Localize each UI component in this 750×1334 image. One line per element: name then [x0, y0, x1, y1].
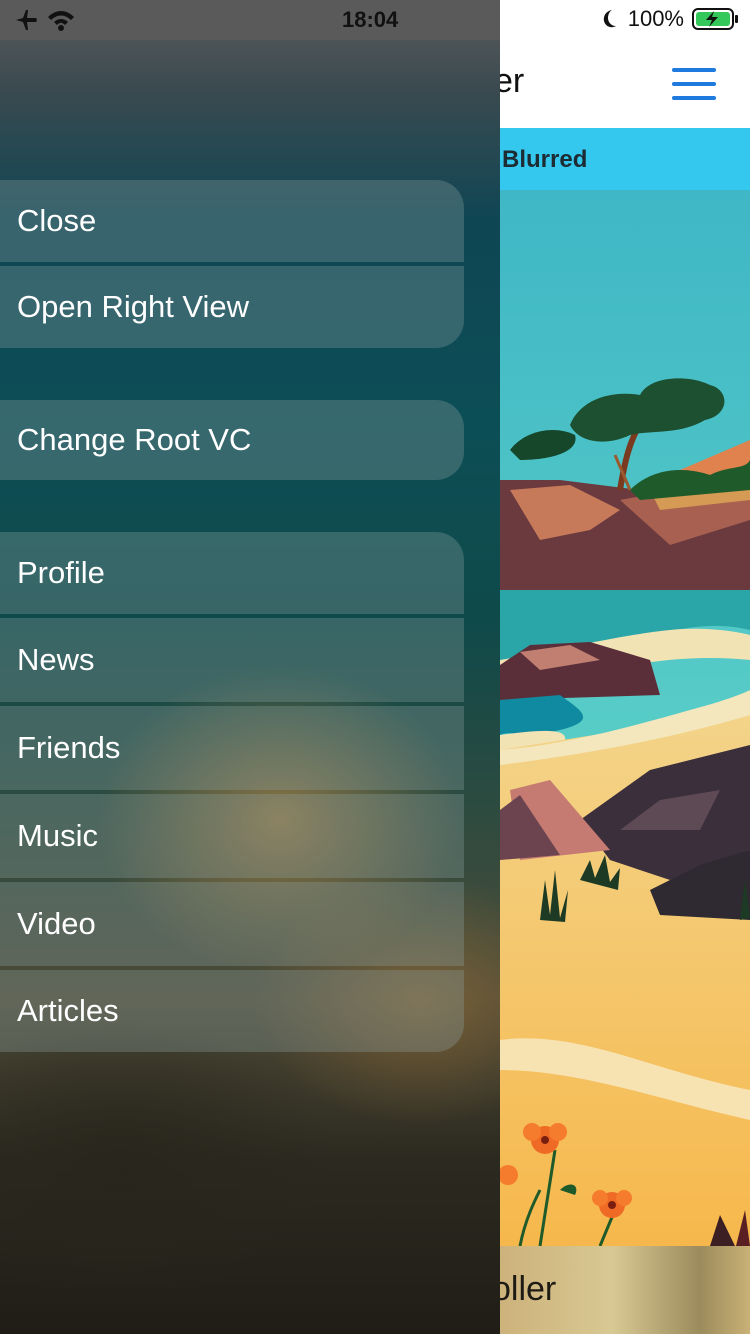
menu-item-label: Video: [17, 906, 96, 941]
nav-title: oller: [500, 62, 525, 100]
menu-item-open-right-view[interactable]: Open Right View: [0, 266, 464, 348]
menu-item-friends[interactable]: Friends: [0, 706, 464, 790]
menu-item-label: Music: [17, 818, 98, 853]
menu-item-change-root-vc[interactable]: Change Root VC: [0, 400, 464, 480]
menu-item-articles[interactable]: Articles: [0, 970, 464, 1052]
menu-item-label: News: [17, 642, 95, 677]
moon-icon: [603, 10, 616, 28]
menu-item-close[interactable]: Close: [0, 180, 464, 262]
menu-item-label: Open Right View: [17, 289, 250, 324]
menu-item-label: Articles: [17, 993, 119, 1028]
menu-item-music[interactable]: Music: [0, 794, 464, 878]
bottom-bar-title: oller: [500, 1270, 557, 1308]
blur-style-banner: e Blurred: [500, 128, 750, 190]
bottom-bar: oller: [500, 1246, 750, 1334]
left-side-menu: Close Open Right View Change Root VC Pro…: [0, 0, 500, 1334]
airplane-icon: [16, 10, 37, 30]
navigation-bar: oller: [500, 40, 750, 129]
menu-item-label: Change Root VC: [17, 422, 252, 457]
banner-text: e Blurred: [500, 146, 588, 173]
battery-charging-icon: [692, 8, 738, 30]
status-time: 18:04: [342, 7, 399, 32]
menu-item-label: Close: [17, 203, 97, 238]
menu-item-profile[interactable]: Profile: [0, 532, 464, 614]
menu-item-news[interactable]: News: [0, 618, 464, 702]
wifi-icon: [48, 11, 74, 31]
main-view: oller e Blurred: [500, 0, 750, 1334]
menu-item-video[interactable]: Video: [0, 882, 464, 966]
status-bar: 18:04 100%: [0, 0, 750, 40]
beach-illustration: [500, 190, 750, 1246]
menu-item-label: Profile: [17, 555, 105, 590]
menu-item-label: Friends: [17, 730, 121, 765]
battery-percentage: 100%: [627, 6, 684, 31]
hamburger-icon[interactable]: [672, 66, 716, 102]
